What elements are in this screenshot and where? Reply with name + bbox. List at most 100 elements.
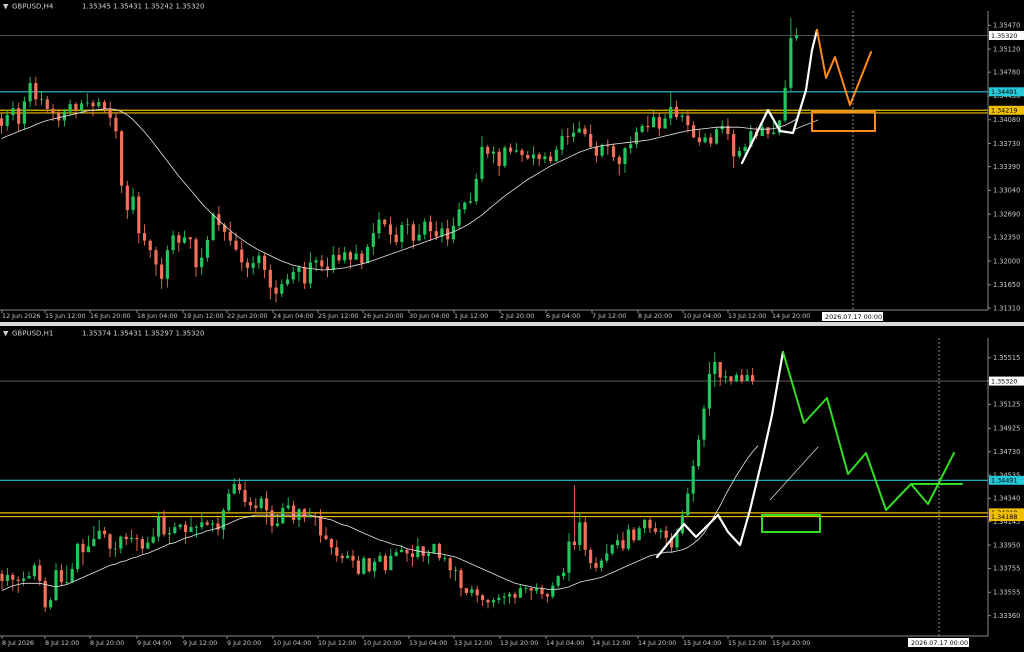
h4-time-tick-label: 6 Jul 04:00 [546, 312, 580, 320]
h1-plot-area[interactable] [0, 338, 988, 636]
h1-candle-body [11, 574, 15, 580]
panel-separator[interactable] [0, 322, 1024, 326]
h1-time-axis[interactable]: 8 Jul 2026 8 Jul 12:00 8 Jul 20:00 9 Jul 04… [1, 636, 969, 647]
h1-candle-body [481, 595, 485, 601]
h1-candle-body [124, 536, 128, 540]
h1-candle-body [653, 528, 657, 532]
h1-candle-body [518, 588, 522, 598]
h4-candle-body [257, 255, 261, 264]
h4-candle-body [234, 240, 238, 250]
h1-time-tick-label: 10 Jul 20:00 [363, 639, 401, 647]
h4-chart-panel[interactable]: ▼ GBPUSD,H4 1.35345 1.35431 1.35242 1.35… [0, 3, 1024, 322]
h4-price-tick-label: 1.35470 [993, 22, 1020, 30]
h1-candle-body [16, 579, 20, 581]
h4-cursor-time-label: 2026.07.17 00:00 [825, 313, 882, 321]
h4-level-label: 1.34219 [991, 107, 1017, 115]
h1-candle-body [740, 375, 744, 382]
h4-candle-body [474, 178, 478, 202]
h4-candle-body [611, 146, 616, 158]
h4-candle-body [526, 155, 530, 159]
h1-candle-body [81, 543, 85, 553]
h4-plot-area[interactable] [0, 11, 988, 310]
h4-candle-body [308, 262, 312, 284]
h4-time-tick-label: 13 Jul 12:00 [728, 312, 766, 320]
h4-time-tick-label: 2 Jul 20:00 [500, 312, 534, 320]
trading-chart-window[interactable]: ▼ GBPUSD,H4 1.35345 1.35431 1.35242 1.35… [0, 0, 1024, 652]
h1-candle-body [599, 560, 603, 568]
h4-candle-body [194, 239, 198, 268]
h4-time-tick-label: 10 Jul 04:00 [683, 312, 721, 320]
h1-candle-body [227, 493, 231, 511]
h4-candle-body [177, 235, 181, 243]
h1-candle-body [659, 530, 663, 532]
h4-time-axis[interactable]: 12 Jun 2026 15 Jun 12:00 16 Jun 20:00 18 Ju… [1, 310, 883, 321]
h4-candle-body [594, 146, 598, 156]
h4-candle-body [251, 263, 255, 268]
h1-candle-body [643, 519, 647, 529]
h4-candle-body [417, 234, 421, 241]
h1-chart-panel[interactable]: ▼ GBPUSD,H1 1.35374 1.35431 1.35297 1.35… [0, 330, 1024, 648]
h4-candle-body [320, 260, 324, 267]
h1-time-tick-label: 15 Jul 20:00 [772, 639, 810, 647]
h4-candle-body [560, 136, 564, 150]
h1-candle-body [265, 498, 269, 511]
h4-candle-body [263, 255, 267, 270]
h4-candle-body [97, 102, 101, 107]
h1-candle-body [389, 555, 393, 571]
h4-candle-body [543, 156, 547, 160]
h1-candle-body [551, 585, 555, 597]
h1-candle-body [232, 484, 236, 494]
h4-candle-body [171, 235, 175, 251]
h1-price-tick-label: 1.34340 [993, 495, 1020, 503]
h4-price-tick-label: 1.32350 [993, 234, 1020, 242]
h1-candle-body [146, 542, 150, 549]
h1-candle-body [632, 529, 636, 541]
h1-candle-body [65, 582, 69, 583]
h4-candle-body [589, 133, 593, 147]
h4-time-tick-label: 8 Jul 20:00 [638, 312, 672, 320]
h1-candle-body [583, 522, 587, 550]
h1-candle-body [572, 541, 576, 546]
h4-candle-body [68, 104, 72, 112]
h1-price-tick-label: 1.34730 [993, 448, 1020, 456]
h4-collapse-arrow-icon[interactable]: ▼ [3, 3, 9, 11]
h4-candle-body [486, 146, 490, 154]
h4-candle-body [39, 99, 44, 101]
h4-candle-body [657, 117, 661, 129]
h1-candle-body [508, 594, 512, 597]
h1-time-tick-label: 8 Jul 12:00 [45, 639, 79, 647]
h4-candle-body [331, 254, 335, 270]
h4-candle-body [285, 279, 290, 285]
h4-candle-body [28, 83, 32, 102]
h4-candle-body [365, 246, 370, 264]
h1-candle-body [286, 505, 290, 508]
h1-candle-body [297, 509, 301, 520]
h4-candle-body [114, 117, 118, 132]
h4-candle-body [760, 127, 764, 137]
h1-candle-body [259, 498, 263, 508]
h4-candle-body [142, 233, 147, 241]
h4-candle-body [160, 264, 164, 279]
h4-candle-body [669, 106, 673, 119]
h4-candle-body [354, 253, 358, 260]
h4-candle-body [680, 115, 684, 118]
h4-candle-body [428, 221, 433, 232]
h1-candle-body [540, 588, 544, 595]
h1-time-tick-label: 8 Jul 2026 [2, 639, 34, 647]
h4-candle-body [646, 125, 650, 128]
h4-candle-body [360, 253, 364, 264]
h1-candle-body [427, 553, 431, 556]
h1-candle-body [248, 501, 252, 506]
h1-candle-body [475, 589, 479, 596]
h1-candle-body [432, 543, 436, 554]
h1-candle-body [130, 537, 134, 540]
h4-candle-body [520, 150, 524, 156]
h1-candle-body [745, 375, 749, 382]
h4-time-tick-label: 12 Jun 2026 [2, 312, 40, 320]
h1-candle-body [686, 493, 690, 516]
h4-candle-body [491, 151, 496, 154]
h1-candle-body [76, 543, 80, 569]
h4-candle-body [577, 128, 581, 133]
h1-collapse-arrow-icon[interactable]: ▼ [3, 330, 9, 338]
h4-candle-body [165, 250, 169, 279]
